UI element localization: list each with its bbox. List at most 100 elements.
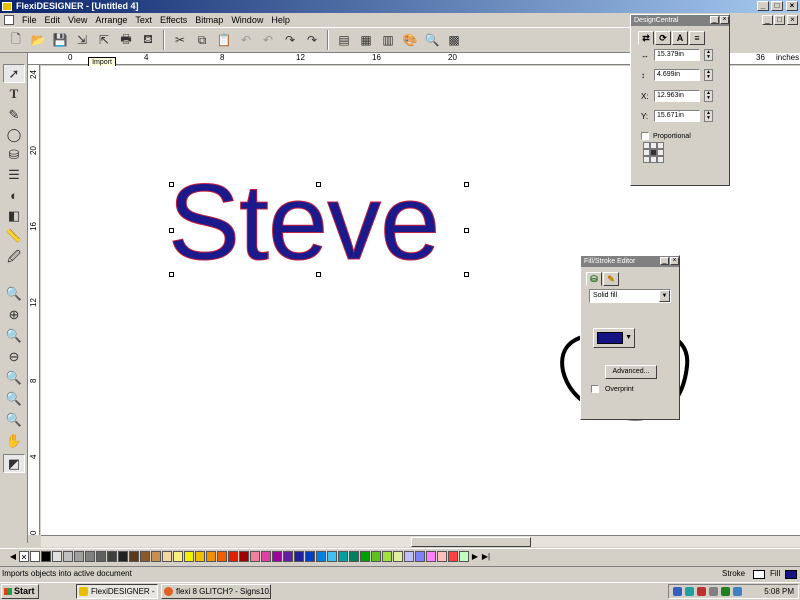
width-input[interactable]: 15.379in <box>654 49 700 61</box>
menu-window[interactable]: Window <box>227 15 267 25</box>
menu-bitmap[interactable]: Bitmap <box>191 15 227 25</box>
zoom-tool-icon[interactable]: 🔍 <box>422 30 442 50</box>
fill-stroke-title[interactable]: Fill/Stroke Editor _ × <box>581 256 679 267</box>
palette-swatch[interactable] <box>448 550 458 562</box>
zoom-out-icon[interactable]: ⊖ <box>3 347 25 366</box>
undo-list-icon[interactable]: ↶ <box>258 30 278 50</box>
zoom-selected-icon[interactable]: 🔍 <box>3 368 25 387</box>
zoom-page-icon[interactable]: 🔍 <box>3 326 25 345</box>
y-input[interactable]: 15.671in <box>654 110 700 122</box>
shape-tool-icon[interactable]: ◧ <box>3 206 25 225</box>
anchor-point-grid[interactable] <box>643 142 664 163</box>
palette-swatch[interactable] <box>349 550 359 562</box>
palette-swatch[interactable] <box>173 550 183 562</box>
palette-swatch[interactable] <box>217 550 227 562</box>
palette-swatch[interactable] <box>63 550 73 562</box>
minimize-button[interactable]: _ <box>757 1 769 11</box>
palette-swatch[interactable] <box>261 550 271 562</box>
palette-swatch[interactable] <box>382 550 392 562</box>
palette-swatch[interactable] <box>459 550 469 562</box>
open-icon[interactable]: 📂 <box>28 30 48 50</box>
palette-swatch[interactable] <box>338 550 348 562</box>
color-swatch-icon[interactable]: ▩ <box>444 30 464 50</box>
print-icon[interactable]: 🖶 <box>116 30 136 50</box>
menu-file[interactable]: File <box>18 15 41 25</box>
tab-align[interactable]: ≡ <box>689 31 705 45</box>
tray-icon[interactable] <box>673 587 682 596</box>
panel-minimize-button[interactable]: _ <box>660 257 669 265</box>
palette-swatch[interactable] <box>41 550 51 562</box>
overprint-checkbox[interactable] <box>591 385 599 393</box>
palette-swatch[interactable] <box>437 550 447 562</box>
stroke-indicator-swatch[interactable] <box>753 570 765 579</box>
tab-fill[interactable]: ⛁ <box>586 272 602 286</box>
zoom-previous-icon[interactable]: 🔍 <box>3 410 25 429</box>
tray-icon[interactable] <box>697 587 706 596</box>
tab-stroke[interactable]: ✎ <box>603 272 619 286</box>
text-tool-icon[interactable]: T <box>3 84 25 103</box>
tab-transform[interactable]: ⇄ <box>638 31 654 45</box>
palette-swatch[interactable] <box>316 550 326 562</box>
palette-left-arrow-icon[interactable]: ◀ <box>8 551 18 562</box>
tray-icon[interactable] <box>721 587 730 596</box>
palette-swatch[interactable] <box>85 550 95 562</box>
fill-color-button[interactable]: ▼ <box>593 328 635 348</box>
palette-swatch[interactable] <box>206 550 216 562</box>
panel-close-button[interactable]: × <box>670 257 679 265</box>
pan-tool-icon[interactable]: ✋ <box>3 431 25 450</box>
palette-swatch[interactable] <box>129 550 139 562</box>
paste-icon[interactable]: 📋 <box>214 30 234 50</box>
export-icon[interactable]: ⇱ <box>94 30 114 50</box>
palette-swatch[interactable] <box>250 550 260 562</box>
palette-swatch[interactable] <box>96 550 106 562</box>
vertical-ruler[interactable]: 24 20 16 12 8 4 0 <box>28 65 40 535</box>
redo-list-icon[interactable]: ↷ <box>302 30 322 50</box>
palette-swatch[interactable] <box>140 550 150 562</box>
palette-right-arrow-icon[interactable]: ▶ <box>470 551 480 562</box>
palette-swatch[interactable] <box>239 550 249 562</box>
width-spinner[interactable]: ▲ ▼ <box>704 49 713 61</box>
zoom-in-icon[interactable]: ⊕ <box>3 305 25 324</box>
design-central-title[interactable]: DesignCentral _ × <box>631 15 729 26</box>
scrollbar-thumb[interactable] <box>411 537 531 547</box>
document-icon[interactable] <box>4 15 14 25</box>
tray-icon[interactable] <box>709 587 718 596</box>
horizontal-scrollbar[interactable] <box>41 535 800 547</box>
height-input[interactable]: 4.699in <box>654 69 700 81</box>
panel-close-button[interactable]: × <box>720 16 729 24</box>
height-spinner[interactable]: ▲ ▼ <box>704 69 713 81</box>
new-icon[interactable]: 🗋 <box>6 30 26 50</box>
palette-swatch[interactable] <box>228 550 238 562</box>
tab-text[interactable]: A <box>672 31 688 45</box>
palette-swatch[interactable] <box>151 550 161 562</box>
palette-swatch[interactable] <box>371 550 381 562</box>
tab-rotate[interactable]: ⟳ <box>655 31 671 45</box>
palette-swatch[interactable] <box>360 550 370 562</box>
chevron-down-icon[interactable]: ▼ <box>659 290 670 302</box>
measure-tool-icon[interactable]: 📏 <box>3 226 25 245</box>
taskbar-task-browser[interactable]: flexi 8 GLITCH? - Signs10... <box>161 584 271 599</box>
page-setup-icon[interactable]: ▦ <box>356 30 376 50</box>
doc-restore-button[interactable]: □ <box>774 15 785 25</box>
menu-text[interactable]: Text <box>131 15 156 25</box>
start-button[interactable]: Start <box>1 584 39 599</box>
eyedropper-tool-icon[interactable]: 🖉 <box>3 249 25 268</box>
palette-swatch[interactable] <box>305 550 315 562</box>
menu-edit[interactable]: Edit <box>41 15 65 25</box>
palette-swatch[interactable] <box>184 550 194 562</box>
maximize-button[interactable]: □ <box>771 1 783 11</box>
menu-view[interactable]: View <box>64 15 91 25</box>
redo-icon[interactable]: ↷ <box>280 30 300 50</box>
job-properties-icon[interactable]: ▤ <box>334 30 354 50</box>
no-color-swatch[interactable]: ✕ <box>19 550 29 562</box>
palette-swatch[interactable] <box>393 550 403 562</box>
panel-minimize-button[interactable]: _ <box>710 16 719 24</box>
palette-swatch[interactable] <box>404 550 414 562</box>
x-spinner[interactable]: ▲ ▼ <box>704 90 713 102</box>
menu-help[interactable]: Help <box>267 15 294 25</box>
palette-swatch[interactable] <box>107 550 117 562</box>
palette-swatch[interactable] <box>74 550 84 562</box>
menu-effects[interactable]: Effects <box>156 15 191 25</box>
y-spinner[interactable]: ▲ ▼ <box>704 110 713 122</box>
fill-indicator-swatch[interactable] <box>785 570 797 579</box>
